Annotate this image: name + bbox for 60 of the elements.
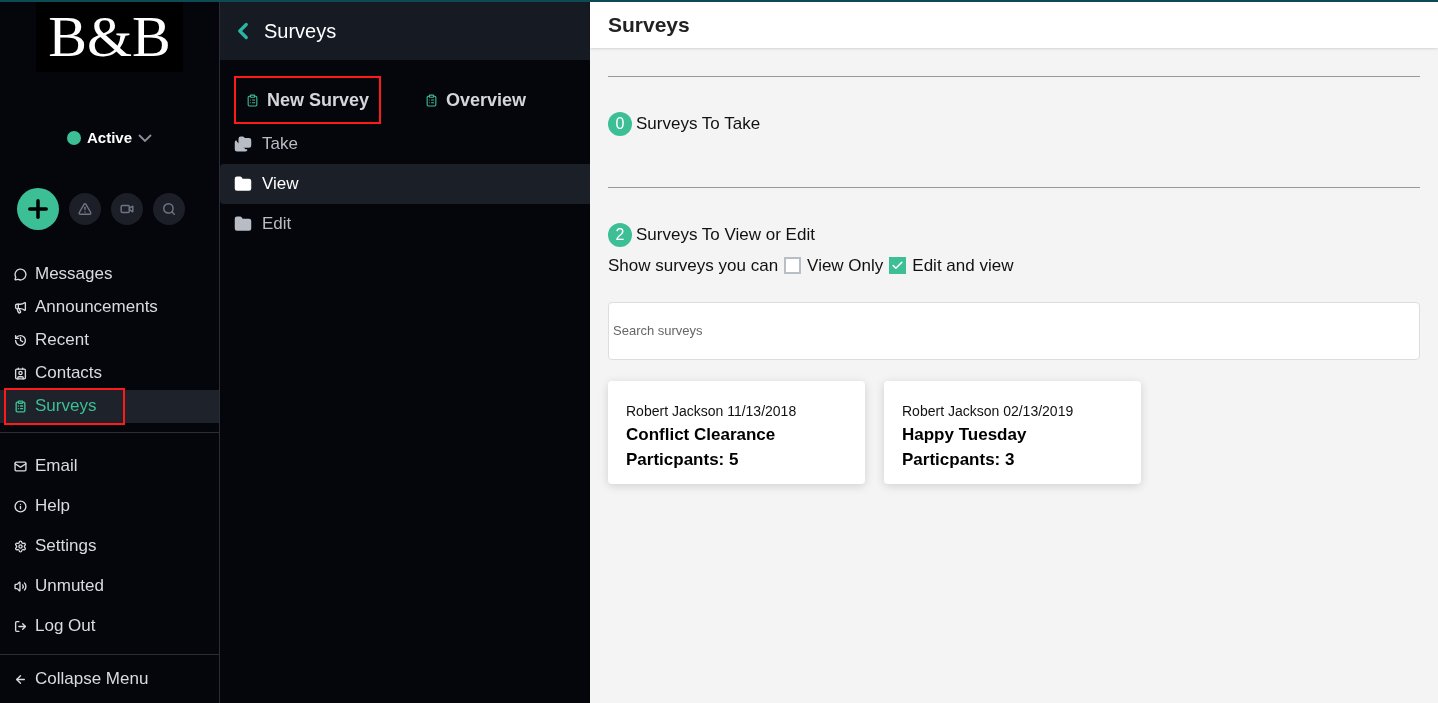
folders-icon [234,135,252,153]
arrow-left-icon [14,672,27,686]
quick-action-button[interactable] [69,192,101,225]
card-title: Happy Tuesday [902,423,1028,446]
survey-card[interactable]: Robert Jackson 11/13/2018 Conflict Clearance Particpants: 5 [608,380,865,484]
nav-item[interactable]: Contacts [6,356,111,390]
folder-item[interactable]: Edit [220,204,590,244]
search-field[interactable]: Search surveys [608,301,1420,360]
info-icon [14,499,27,513]
section-title: Surveys To View or Edit [636,224,815,246]
warning-icon [78,201,92,216]
quick-action-button[interactable] [153,192,185,225]
folder-icon [234,215,252,233]
logo: B&B [36,2,183,72]
clipboard-icon [246,93,259,107]
speaker-icon [14,579,27,593]
search-icon [162,201,176,216]
logout-icon [14,619,27,633]
folder-icon [234,175,252,193]
panel-action-button[interactable]: Overview [415,78,537,122]
checkbox[interactable] [889,257,907,275]
panel-title: Surveys [264,19,337,44]
section-title: Surveys To Take [636,113,761,135]
nav-item[interactable]: Settings [6,529,105,563]
add-button[interactable] [17,187,59,230]
status-label: Active [87,128,132,148]
card-meta: Robert Jackson 11/13/2018 [626,401,798,421]
nav-item[interactable]: Announcements [6,290,166,324]
chat-bubble-icon [14,267,27,281]
chevron-down-icon [138,134,152,143]
clipboard-icon [425,93,439,107]
nav-item[interactable]: Recent [6,323,97,357]
checkbox[interactable] [784,257,802,275]
filter-label: Show surveys you can [608,255,779,277]
collapse-menu-link[interactable]: Collapse Menu [6,662,219,696]
nav-item[interactable]: Unmuted [6,569,112,603]
card-meta: Robert Jackson 02/13/2019 [902,401,1075,421]
nav-item[interactable]: Messages [6,257,121,291]
envelope-icon [14,459,27,473]
megaphone-icon [14,300,27,314]
card-participants: Particpants: 5 [626,449,740,471]
quick-action-button[interactable] [111,192,143,225]
checkbox-label: View Only [807,255,884,277]
checkbox-label: Edit and view [912,255,1014,277]
clipboard-icon [14,399,27,413]
survey-card[interactable]: Robert Jackson 02/13/2019 Happy Tuesday Particpants: 3 [884,380,1141,484]
nav-item[interactable]: Log Out [6,609,104,643]
count-badge: 0 [608,111,632,136]
nav-item[interactable]: Help [6,489,78,523]
settings-icon [14,539,27,553]
contact-card-icon [14,366,27,380]
card-participants: Particpants: 3 [902,449,1016,471]
panel-action-button[interactable]: New Survey [236,78,380,122]
card-title: Conflict Clearance [626,423,777,446]
count-badge: 2 [608,222,632,247]
history-icon [14,333,27,347]
page-title: Surveys [608,12,690,39]
folder-item[interactable]: View [220,164,590,204]
nav-item[interactable]: Email [6,449,86,483]
folder-item[interactable]: Take [220,124,590,164]
